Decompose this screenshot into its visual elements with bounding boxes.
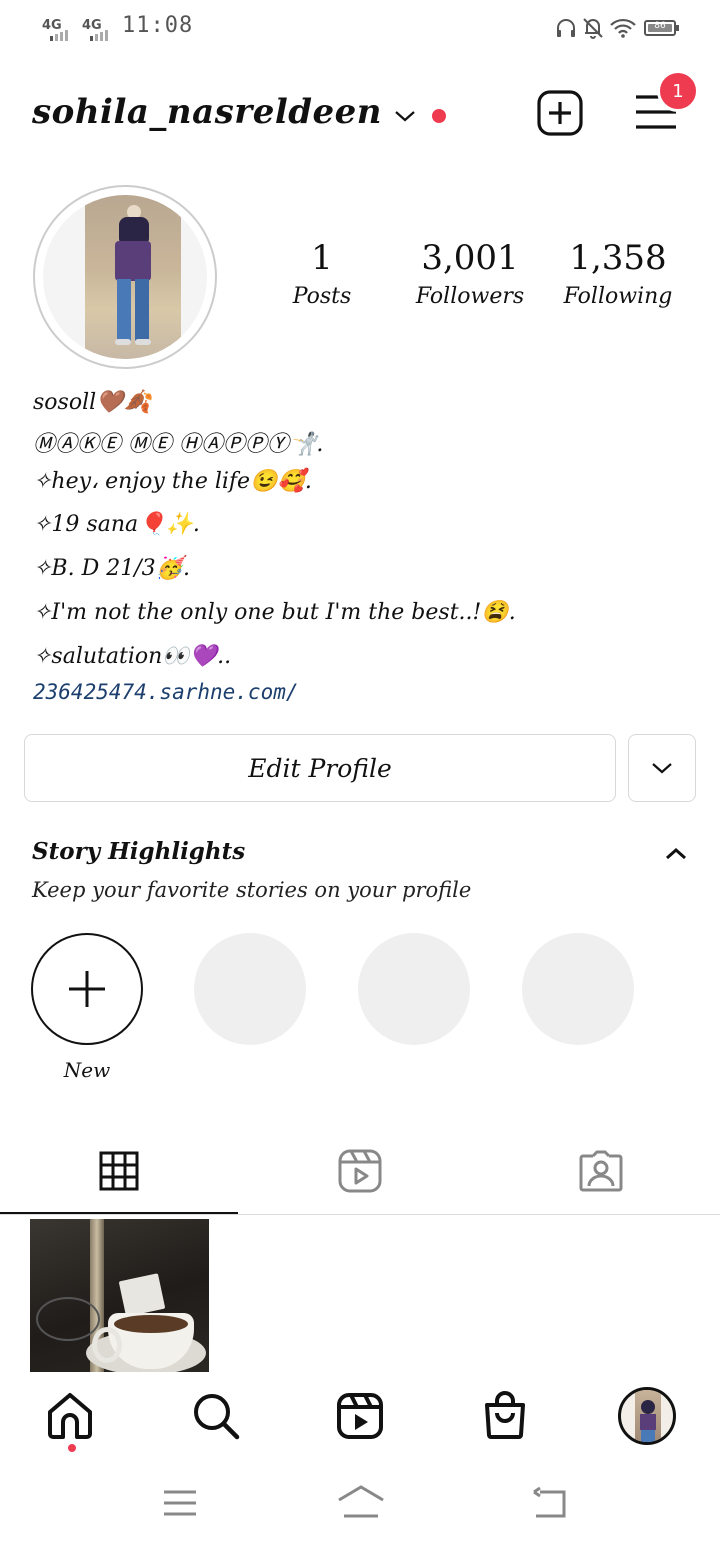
reels-icon (338, 1149, 382, 1193)
battery-icon: 86 (644, 20, 679, 36)
chevron-down-icon (395, 111, 415, 122)
tab-posts-grid[interactable] (0, 1130, 238, 1212)
tab-tagged[interactable] (482, 1130, 720, 1212)
tab-reels[interactable] (240, 1130, 480, 1212)
nav-home[interactable] (44, 1390, 100, 1454)
highlights-subtitle: Keep your favorite stories on your profi… (32, 878, 472, 902)
search-icon[interactable] (192, 1392, 240, 1440)
highlight-placeholder (194, 933, 306, 1045)
battery-level: 86 (654, 21, 666, 31)
new-highlight-label: New (63, 1058, 111, 1082)
plus-icon (69, 971, 105, 1007)
bio-line: ✧19 sana🎈✨. (33, 512, 200, 537)
followers-stat[interactable]: 3,001 Followers (390, 238, 550, 309)
notification-dot (432, 109, 447, 123)
bio-line: ✧I'm not the only one but I'm the best..… (33, 600, 516, 625)
plus-square-icon[interactable] (537, 90, 583, 136)
bio-line: ✧B. D 21/3🥳. (33, 556, 191, 581)
followers-count: 3,001 (421, 238, 519, 278)
profile-avatar[interactable] (33, 185, 217, 369)
signal-bars-icon (50, 30, 68, 41)
menu-badge: 1 (657, 70, 699, 112)
system-home-icon[interactable] (336, 1484, 386, 1520)
active-tab-indicator (0, 1212, 238, 1214)
highlight-placeholder (522, 933, 634, 1045)
profile-name: sosoll🤎🍂 (33, 390, 151, 415)
posts-count: 1 (311, 238, 333, 278)
chevron-down-icon (652, 763, 672, 774)
signal-2: 4G (82, 14, 108, 41)
posts-label: Posts (292, 284, 352, 309)
username: sohila_nasreldeen (32, 92, 383, 132)
highlights-title: Story Highlights (32, 838, 246, 865)
home-notification-dot (68, 1444, 76, 1452)
following-stat[interactable]: 1,358 Following (538, 238, 698, 309)
bio-line: ⓂⒶⓀⒺ ⓂⒺ ⒽⒶⓅⓅⓎ🤺. (33, 432, 324, 457)
bio-line: ✧hey، enjoy the life😉🥰. (33, 469, 312, 494)
headphones-icon (557, 19, 575, 37)
tagged-person-icon (579, 1150, 623, 1192)
chevron-up-icon[interactable] (664, 846, 688, 862)
post-thumbnail[interactable] (30, 1219, 209, 1374)
following-label: Following (563, 284, 673, 309)
edit-profile-button[interactable]: Edit Profile (24, 734, 616, 802)
back-icon[interactable] (530, 1486, 568, 1520)
tabs-divider (0, 1214, 720, 1215)
following-count: 1,358 (569, 238, 667, 278)
account-switcher[interactable]: sohila_nasreldeen (32, 92, 447, 132)
signal-bars-icon (90, 30, 108, 41)
bio-line: ✧salutation👀💜.. (33, 644, 232, 669)
edit-profile-label: Edit Profile (248, 753, 392, 783)
recent-apps-icon[interactable] (162, 1488, 198, 1518)
clock: 11:08 (122, 13, 194, 38)
shopping-bag-icon[interactable] (483, 1391, 527, 1439)
highlight-placeholder (358, 933, 470, 1045)
wifi-icon (610, 18, 636, 38)
suggestions-toggle-button[interactable] (628, 734, 696, 802)
muted-bell-icon (583, 18, 603, 39)
status-bar: 4G 4G 11:08 86 (0, 0, 720, 56)
bottom-navigation (0, 1372, 720, 1464)
home-icon (48, 1393, 92, 1439)
followers-label: Followers (415, 284, 525, 309)
profile-tab-avatar[interactable] (618, 1387, 676, 1445)
posts-stat[interactable]: 1 Posts (242, 238, 402, 309)
new-highlight-button[interactable] (31, 933, 143, 1045)
bio-link[interactable]: 236425474.sarhne.com/ (33, 680, 299, 704)
reels-icon[interactable] (337, 1393, 383, 1439)
grid-icon (99, 1151, 139, 1191)
signal-1: 4G (42, 14, 68, 41)
system-navigation (0, 1464, 720, 1544)
avatar-photo (43, 195, 207, 359)
